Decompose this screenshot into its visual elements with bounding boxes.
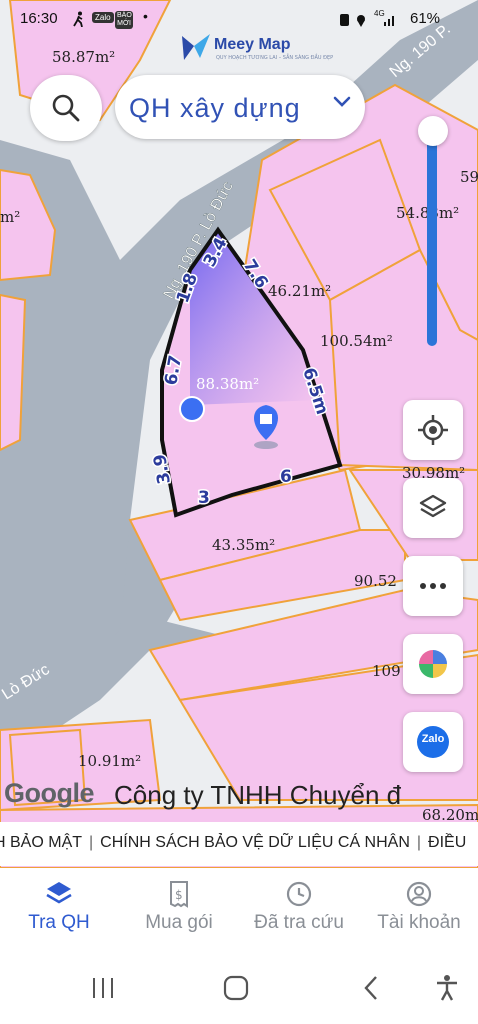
edge-length: 7.6 [239,256,272,292]
meey-map-logo-icon [182,34,210,60]
edge-length: 6.7 [161,354,186,387]
my-location-button[interactable] [403,400,463,460]
more-options-button[interactable] [403,556,463,616]
nav-tra-qh[interactable]: Tra QH [0,868,118,954]
crosshair-icon [418,415,448,445]
bottom-navigation: Tra QH $ Mua gói Đã tra cứu Tài khoản [0,868,478,954]
nav-label: Mua gói [145,912,213,933]
account-icon [406,881,432,907]
edge-length: 3 [198,488,210,508]
nav-label: Tài khoản [377,912,461,933]
nav-da-tra-cuu[interactable]: Đã tra cứu [240,868,358,954]
privacy-policy-link[interactable]: H BẢO MẬT [0,834,82,851]
chevron-down-icon [333,96,351,107]
system-navigation-bar [0,954,478,1024]
nav-label: Tra QH [28,912,90,933]
svg-text:$: $ [175,888,183,902]
receipt-icon: $ [170,881,188,908]
google-attribution: Google [4,778,95,808]
area-label: 59 [460,168,478,186]
more-horizontal-icon [420,583,446,589]
edge-length: 6.5m [298,365,332,417]
planning-layer-value: QH xây dựng [129,93,301,123]
street-label: Lò Đức [0,661,53,703]
separator: | [416,834,422,851]
walking-icon [73,11,83,27]
opacity-slider-handle[interactable] [418,116,448,146]
zalo-notification-badge: Zalo [92,12,114,23]
area-label: 10.91m² [78,752,141,770]
app-brand: Meey Map [214,36,291,53]
baomoi-notification-badge: BÁO MỚI [115,11,133,29]
home-icon[interactable] [222,974,250,1002]
recent-apps-icon[interactable] [90,974,116,1002]
company-marquee: Công ty TNHH Chuyển đ [114,780,402,810]
nav-tai-khoan[interactable]: Tài khoản [360,868,478,954]
map-layers-button[interactable] [403,478,463,538]
status-time: 16:30 [20,10,58,27]
layers-icon [46,882,72,904]
network-type: 4G [374,9,385,18]
accessibility-icon[interactable] [434,974,460,1002]
app-logo: Meey Map QUY HOẠCH TƯƠNG LAI – SẴN SÀNG … [180,30,333,66]
pie-chart-icon [419,650,447,678]
area-label: 90.52 [354,572,397,590]
nav-mua-goi[interactable]: $ Mua gói [120,868,238,954]
edge-length: 6 [280,467,292,487]
dot-icon: • [143,8,148,24]
planning-layer-select[interactable]: QH xây dựng [115,75,365,139]
area-label: 100.54m² [320,332,393,350]
back-icon[interactable] [360,974,384,1002]
clock-icon [286,881,312,907]
separator: | [89,834,94,851]
data-protection-policy-link[interactable]: CHÍNH SÁCH BẢO VỆ DỮ LIỆU CÁ NHÂN [100,834,410,851]
area-label: m² [0,208,20,226]
area-label: 88.38m² [196,375,259,393]
status-icons [340,14,394,27]
area-label: 109 [372,662,401,680]
nav-label: Đã tra cứu [254,912,344,933]
layers-icon [419,494,447,518]
area-label: 58.87m² [52,48,115,66]
terms-link[interactable]: ĐIỀU [428,834,466,851]
battery-level: 61% [410,10,441,27]
zalo-contact-button[interactable]: Zalo [403,712,463,772]
app-tagline: QUY HOẠCH TƯƠNG LAI – SẴN SÀNG ĐẦU ĐẸP [216,55,334,61]
edge-length: 3.9 [150,452,175,485]
planning-chart-button[interactable] [403,634,463,694]
search-icon [52,94,80,122]
search-button[interactable] [30,75,102,141]
area-label: 43.35m² [212,536,275,554]
zalo-label: Zalo [421,733,445,745]
area-label: 46.21m² [268,282,331,300]
opacity-slider-track[interactable] [427,140,437,346]
policy-links-bar: H BẢO MẬT | CHÍNH SÁCH BẢO VỆ DỮ LIỆU CÁ N… [0,822,478,866]
